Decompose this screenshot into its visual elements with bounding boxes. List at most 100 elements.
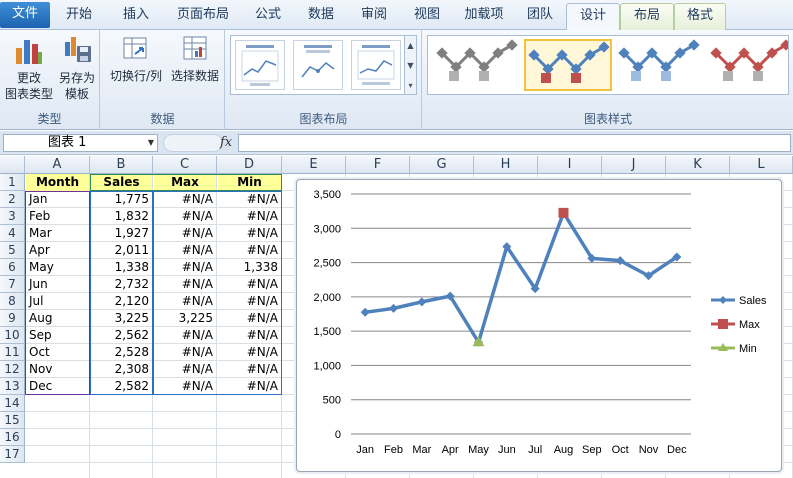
tab-5[interactable]: 数据 xyxy=(296,3,346,30)
row-header-9[interactable]: 9 xyxy=(0,310,25,327)
chart-style-1[interactable] xyxy=(434,39,522,91)
row-header-7[interactable]: 7 xyxy=(0,276,25,293)
row-header-2[interactable]: 2 xyxy=(0,191,25,208)
x-tick-label: May xyxy=(468,444,489,456)
x-tick-label: Aug xyxy=(554,444,574,456)
legend-label-max: Max xyxy=(739,319,760,331)
type-group: 更改 图表类型 另存为 模板 类型 xyxy=(0,30,100,130)
column-header-e[interactable]: E xyxy=(282,156,346,174)
chart-layout-1[interactable] xyxy=(235,40,285,90)
y-tick-label: 1,500 xyxy=(313,326,341,338)
chevron-down-icon[interactable]: ▼ xyxy=(148,135,154,151)
x-tick-label: Mar xyxy=(412,444,431,456)
x-tick-label: Sep xyxy=(582,444,602,456)
row-header-5[interactable]: 5 xyxy=(0,242,25,259)
name-box-value: 图表 1 xyxy=(48,135,87,150)
row-header-13[interactable]: 13 xyxy=(0,378,25,395)
chart-canvas: 0 500 1,000 1,500 2,000 2,500 3,000 3,500 Jan Feb… xyxy=(313,189,767,456)
tab-0[interactable]: 文件 xyxy=(0,2,50,28)
y-tick-label: 1,000 xyxy=(313,360,341,372)
change-chart-type-button[interactable]: 更改 图表类型 xyxy=(4,34,54,102)
select-data-icon xyxy=(183,36,207,60)
tab-3[interactable]: 页面布局 xyxy=(166,3,240,30)
chart-layout-2[interactable] xyxy=(293,40,343,90)
tab-11[interactable]: 布局 xyxy=(620,3,674,30)
select-all-corner[interactable] xyxy=(0,156,25,174)
column-header-i[interactable]: I xyxy=(538,156,602,174)
select-data-button[interactable]: 选择数据 xyxy=(167,34,223,84)
formula-bar-divider xyxy=(163,134,223,152)
layout-2-icon xyxy=(301,45,335,78)
chart-style-2[interactable] xyxy=(524,39,612,91)
ribbon-tab-bar: 文件 开始 插入 页面布局 公式 数据 审阅 视图 加载项 团队 设计 布局 格式 xyxy=(0,0,793,31)
scroll-up-icon[interactable]: ▲ xyxy=(405,36,416,56)
y-tick-label: 3,500 xyxy=(313,189,341,201)
ribbon-design-panel: 更改 图表类型 另存为 模板 类型 切换行/列 选择数据 数据 ▲ ▼ ▾ 图表… xyxy=(0,30,793,130)
column-header-c[interactable]: C xyxy=(153,156,217,174)
row-header-10[interactable]: 10 xyxy=(0,327,25,344)
formula-input[interactable] xyxy=(238,134,791,152)
switch-row-column-button[interactable]: 切换行/列 xyxy=(107,34,165,84)
tab-7[interactable]: 视图 xyxy=(402,3,452,30)
row-header-11[interactable]: 11 xyxy=(0,344,25,361)
tab-12[interactable]: 格式 xyxy=(674,3,726,30)
series-line-sales xyxy=(364,211,678,345)
y-tick-label: 2,000 xyxy=(313,292,341,304)
row-header-4[interactable]: 4 xyxy=(0,225,25,242)
row-header-3[interactable]: 3 xyxy=(0,208,25,225)
column-header-h[interactable]: H xyxy=(474,156,538,174)
column-header-j[interactable]: J xyxy=(602,156,666,174)
column-header-a[interactable]: A xyxy=(25,156,90,174)
line-chart[interactable]: 0 500 1,000 1,500 2,000 2,500 3,000 3,500 Jan Feb… xyxy=(296,179,782,472)
data-point-sales xyxy=(360,307,370,317)
data-point-max xyxy=(558,207,569,218)
tab-1[interactable]: 开始 xyxy=(52,3,106,30)
column-header-l[interactable]: L xyxy=(730,156,793,174)
save-as-template-button[interactable]: 另存为 模板 xyxy=(54,34,100,102)
chart-layout-3[interactable] xyxy=(351,40,401,90)
data-point-sales xyxy=(417,297,427,307)
change-chart-type-label-1: 更改 xyxy=(16,71,41,85)
tab-4[interactable]: 公式 xyxy=(242,3,294,30)
y-tick-label: 3,000 xyxy=(313,223,341,235)
column-header-d[interactable]: D xyxy=(217,156,282,174)
header-cell-month[interactable]: Month xyxy=(26,174,89,191)
legend-marker-sales xyxy=(719,296,727,304)
row-header-12[interactable]: 12 xyxy=(0,361,25,378)
insert-function-icon[interactable]: fx xyxy=(220,135,232,150)
column-header-f[interactable]: F xyxy=(346,156,410,174)
name-box[interactable]: 图表 1 ▼ xyxy=(3,134,158,152)
column-header-b[interactable]: B xyxy=(90,156,153,174)
x-tick-label: Apr xyxy=(442,444,459,456)
row-header-16[interactable]: 16 xyxy=(0,429,25,446)
layouts-scroll-column[interactable]: ▲ ▼ ▾ xyxy=(404,35,417,95)
chart-style-4[interactable] xyxy=(708,39,788,91)
chart-style-3-icon xyxy=(618,39,700,81)
tab-9[interactable]: 团队 xyxy=(516,3,564,30)
column-header-g[interactable]: G xyxy=(410,156,474,174)
data-group-label: 数据 xyxy=(150,112,175,126)
row-header-8[interactable]: 8 xyxy=(0,293,25,310)
legend-label-min: Min xyxy=(739,343,757,355)
tab-8[interactable]: 加载项 xyxy=(454,3,514,30)
row-header-6[interactable]: 6 xyxy=(0,259,25,276)
more-icon[interactable]: ▾ xyxy=(405,76,416,96)
x-tick-label: Feb xyxy=(384,444,403,456)
layout-1-icon xyxy=(241,45,279,86)
switch-row-column-icon xyxy=(123,37,147,59)
tab-2[interactable]: 插入 xyxy=(108,3,164,30)
scroll-down-icon[interactable]: ▼ xyxy=(405,56,416,76)
chart-style-3[interactable] xyxy=(616,39,704,91)
tab-6[interactable]: 审阅 xyxy=(348,3,400,30)
source-range-outline xyxy=(90,191,153,395)
source-range-outline xyxy=(25,191,90,395)
save-template-label-1: 另存为 xyxy=(58,71,95,85)
row-header-17[interactable]: 17 xyxy=(0,446,25,463)
tab-10[interactable]: 设计 xyxy=(566,3,620,31)
row-header-1[interactable]: 1 xyxy=(0,174,25,191)
row-header-15[interactable]: 15 xyxy=(0,412,25,429)
column-header-k[interactable]: K xyxy=(666,156,730,174)
legend-label-sales: Sales xyxy=(739,295,767,307)
row-header-14[interactable]: 14 xyxy=(0,395,25,412)
layout-3-icon xyxy=(357,45,395,85)
